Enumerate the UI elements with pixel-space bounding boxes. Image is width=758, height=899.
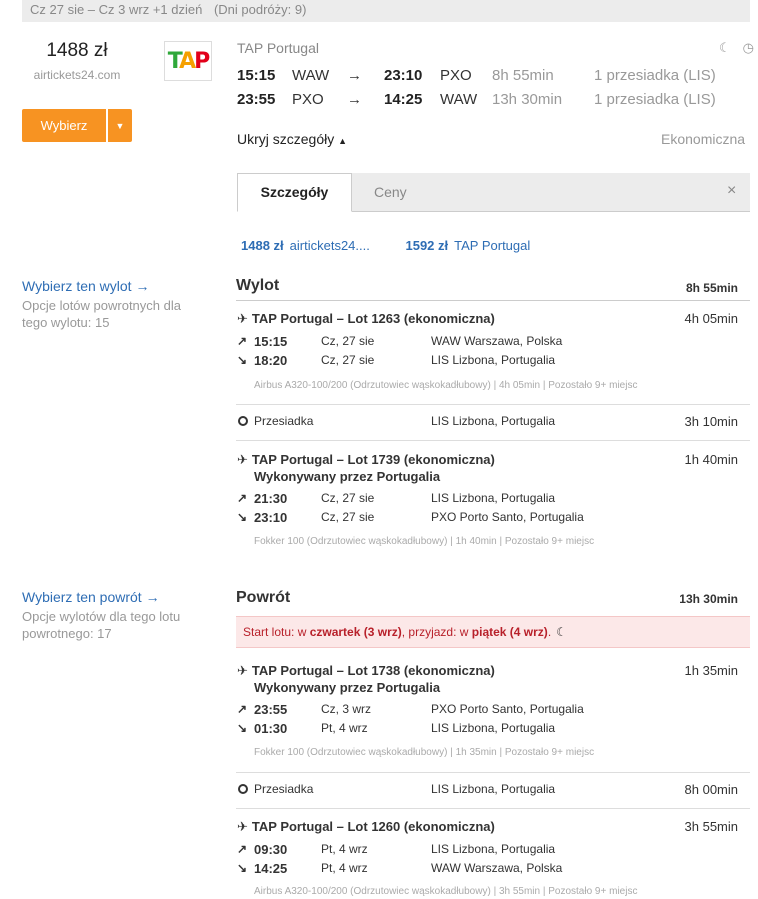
transfer-row: Przesiadka LIS Lizbona, Portugalia 8h 00…: [237, 782, 738, 798]
flight-duration: 3h 55min: [684, 819, 738, 834]
offer-item[interactable]: 1488 zł airtickets24....: [241, 238, 370, 253]
arrow-right-icon: →: [347, 91, 362, 108]
segment-departure: ↗ 21:30 Cz, 27 sie LIS Lizbona, Portugal…: [237, 491, 556, 506]
select-dropdown-button[interactable]: ▼: [108, 109, 132, 142]
select-inbound-link[interactable]: Wybierz ten powrót →: [22, 589, 160, 605]
segment-departure: ↗ 15:15 Cz, 27 sie WAW Warszawa, Polska: [237, 334, 563, 349]
plane-icon: ✈: [237, 819, 248, 834]
transfer-icon: [238, 416, 248, 426]
price-block: 1488 zł airtickets24.com: [22, 40, 132, 82]
outbound-options-note: Opcje lotów powrotnych dla tego wylotu: …: [22, 298, 181, 330]
inbound-options-note: Opcje wylotów dla tego lotu powrotnego: …: [22, 609, 181, 641]
moon-icon: ☾: [719, 40, 731, 55]
plane-icon: ✈: [237, 311, 248, 326]
flight-meta: Fokker 100 (Odrzutowiec wąskokadłubowy) …: [254, 536, 595, 547]
plane-icon: ✈: [237, 452, 248, 467]
segment-departure: ↗ 23:55 Cz, 3 wrz PXO Porto Santo, Portu…: [237, 702, 584, 717]
offer-site: airtickets24.com: [33, 68, 121, 82]
tab-details[interactable]: Szczegóły: [237, 173, 352, 212]
flight-duration: 1h 35min: [684, 663, 738, 678]
depart-arrow-icon: ↗: [237, 491, 248, 505]
arrive-arrow-icon: ↘: [237, 861, 248, 875]
moon-icon: ☾: [556, 625, 567, 639]
segment-arrival: ↘ 01:30 Pt, 4 wrz LIS Lizbona, Portugali…: [237, 721, 556, 736]
segment-departure: ↗ 09:30 Pt, 4 wrz LIS Lizbona, Portugali…: [237, 842, 556, 857]
route-inbound: 23:55 PXO → 14:25 WAW 13h 30min 1 przesi…: [237, 91, 716, 108]
trip-dates-bar: Cz 27 sie – Cz 3 wrz +1 dzień (Dni podró…: [22, 0, 750, 22]
depart-arrow-icon: ↗: [237, 702, 248, 716]
offer-price: 1488 zł: [46, 40, 108, 61]
transfer-icon: [238, 784, 248, 794]
flight-title: ✈ TAP Portugal – Lot 1738 (ekonomiczna) Wy…: [237, 663, 495, 695]
close-icon[interactable]: ×: [727, 182, 736, 200]
operated-by: Wykonywany przez Portugalia: [254, 680, 441, 695]
segment-arrival: ↘ 14:25 Pt, 4 wrz WAW Warszawa, Polska: [237, 861, 563, 876]
tab-prices[interactable]: Ceny: [374, 184, 407, 200]
offer-item[interactable]: 1592 zł TAP Portugal: [405, 238, 530, 253]
flight-title: ✈ TAP Portugal – Lot 1263 (ekonomiczna): [237, 311, 495, 326]
depart-arrow-icon: ↗: [237, 334, 248, 348]
clock-icon: ◷: [742, 40, 754, 55]
arrow-right-icon: →: [347, 67, 362, 84]
flight-duration: 4h 05min: [684, 311, 738, 326]
trip-days: (Dni podróży: 9): [213, 2, 307, 17]
route-outbound: 15:15 WAW → 23:10 PXO 8h 55min 1 przesia…: [237, 67, 716, 84]
depart-arrow-icon: ↗: [237, 842, 248, 856]
trip-dates: Cz 27 sie – Cz 3 wrz +1 dzień: [30, 2, 203, 17]
offer-list: 1488 zł airtickets24.... 1592 zł TAP Portu…: [241, 238, 530, 253]
transfer-row: Przesiadka LIS Lizbona, Portugalia 3h 10…: [237, 414, 738, 430]
arrive-arrow-icon: ↘: [237, 721, 248, 735]
select-outbound-link[interactable]: Wybierz ten wylot →: [22, 278, 149, 294]
select-button[interactable]: Wybierz: [22, 109, 106, 142]
plane-icon: ✈: [237, 663, 248, 678]
segment-arrival: ↘ 18:20 Cz, 27 sie LIS Lizbona, Portugal…: [237, 353, 556, 368]
flight-title: ✈ TAP Portugal – Lot 1739 (ekonomiczna) Wy…: [237, 452, 495, 484]
outbound-duration: 8h 55min: [685, 281, 738, 295]
cabin-class: Ekonomiczna: [661, 131, 746, 147]
details-tabs: Szczegóły Ceny ×: [237, 173, 750, 212]
arrive-arrow-icon: ↘: [237, 510, 248, 524]
overnight-warning: Start lotu: w czwartek (3 wrz), przyjazd…: [236, 616, 750, 648]
outbound-title: Wylot: [236, 277, 280, 294]
airline-logo: TAP: [164, 41, 212, 81]
select-button-group: Wybierz ▼: [22, 109, 132, 142]
inbound-duration: 13h 30min: [679, 592, 738, 606]
segment-arrival: ↘ 23:10 Cz, 27 sie PXO Porto Santo, Port…: [237, 510, 584, 525]
flight-meta: Airbus A320-100/200 (Odrzutowiec wąskoka…: [254, 380, 638, 391]
caret-up-icon: ▲: [338, 136, 348, 146]
hide-details-link[interactable]: Ukryj szczegóły ▲: [237, 131, 347, 147]
arrive-arrow-icon: ↘: [237, 353, 248, 367]
flight-icons: ☾ ◷: [707, 40, 754, 56]
flight-meta: Airbus A320-100/200 (Odrzutowiec wąskoka…: [254, 886, 638, 897]
operated-by: Wykonywany przez Portugalia: [254, 469, 441, 484]
flight-title: ✈ TAP Portugal – Lot 1260 (ekonomiczna): [237, 819, 495, 834]
inbound-title: Powrót: [236, 589, 291, 606]
flight-duration: 1h 40min: [684, 452, 738, 467]
airline-name: TAP Portugal: [237, 40, 319, 56]
flight-meta: Fokker 100 (Odrzutowiec wąskokadłubowy) …: [254, 747, 595, 758]
